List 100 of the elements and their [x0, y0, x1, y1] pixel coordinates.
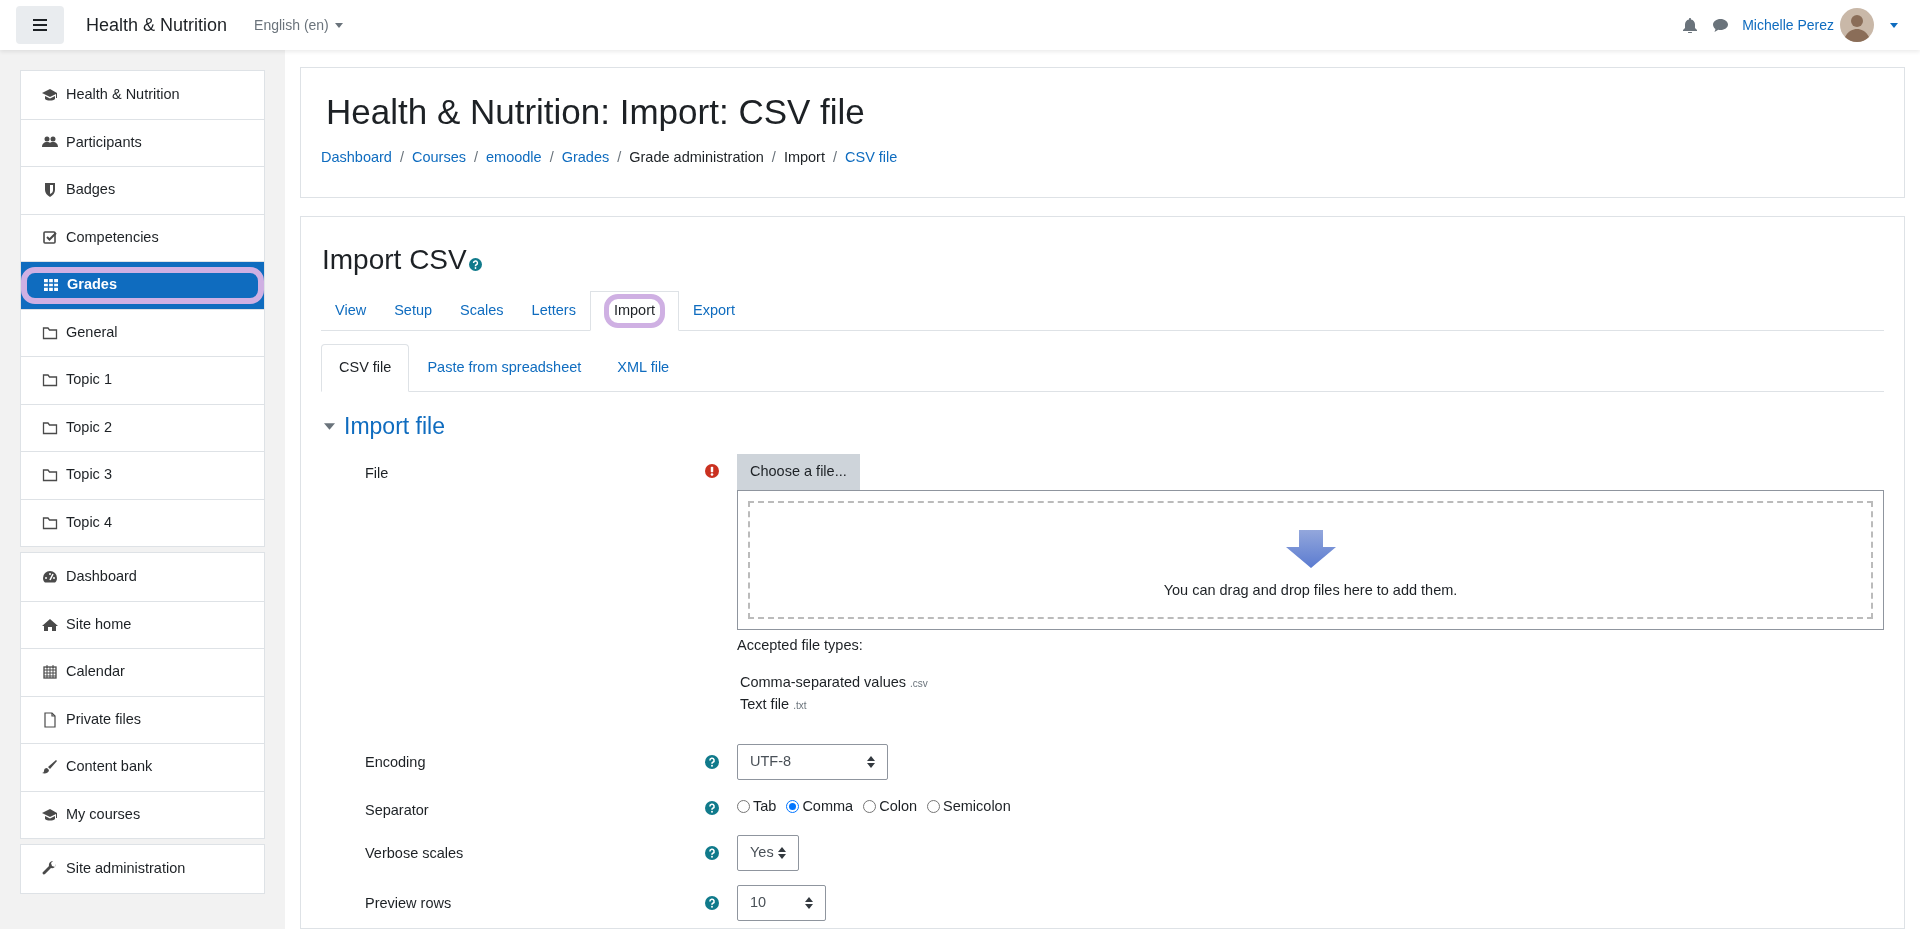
help-icon — [705, 896, 719, 911]
tab[interactable]: Letters — [517, 291, 590, 331]
dashboard-icon — [42, 568, 58, 585]
sidebar-item[interactable]: Content bank — [21, 744, 264, 791]
calendar-icon — [42, 664, 58, 681]
sidebar-item[interactable]: Site home — [21, 601, 264, 648]
field-label: Preview rows — [365, 894, 452, 914]
sidebar-item[interactable]: Grades — [21, 266, 264, 304]
sidebar-item[interactable]: Participants — [21, 119, 264, 166]
radio-option[interactable]: Tab — [737, 795, 777, 818]
tab[interactable]: Scales — [446, 291, 518, 331]
breadcrumb-link[interactable]: Courses — [411, 147, 466, 169]
sidebar-item[interactable]: Badges — [21, 167, 264, 214]
sidebar-item[interactable]: My courses — [21, 791, 264, 838]
radio-option[interactable]: Colon — [863, 795, 918, 818]
select-field[interactable]: UTF-8 — [737, 744, 888, 781]
breadcrumb-separator: / — [617, 148, 622, 167]
checkbox-icon — [42, 229, 58, 246]
breadcrumb-text: Grade administration — [629, 148, 764, 167]
breadcrumb-link[interactable]: emoodle — [486, 147, 542, 169]
brush-icon — [42, 759, 58, 776]
field-label: File — [365, 463, 389, 483]
page-title: Health & Nutrition: Import: CSV file — [326, 91, 866, 133]
tab[interactable]: Export — [679, 291, 749, 331]
help-icon — [705, 846, 719, 861]
sidebar-item[interactable]: Topic 4 — [21, 499, 264, 546]
caret-down-icon — [324, 420, 335, 432]
breadcrumb-separator: / — [399, 148, 404, 167]
sidebar-item[interactable]: Health & Nutrition — [21, 71, 264, 119]
field-label: Verbose scales — [365, 844, 464, 864]
sidebar-item[interactable]: Dashboard — [21, 553, 264, 601]
messages-button[interactable] — [1713, 18, 1729, 32]
user-menu[interactable]: Michelle Perez — [1742, 8, 1898, 42]
file-type-name: Text file — [740, 695, 790, 715]
drop-instructions: You can drag and drop files here to add them. — [1163, 580, 1458, 600]
radio-option[interactable]: Comma — [786, 795, 854, 818]
sidebar-item[interactable]: Topic 1 — [21, 357, 264, 404]
folder-icon — [42, 372, 58, 389]
caret-icon — [1890, 22, 1898, 28]
caret-icon — [334, 22, 343, 28]
sidebar-item[interactable]: Topic 3 — [21, 452, 264, 499]
tab[interactable]: Paste from spreadsheet — [409, 344, 600, 392]
speech-bubble-icon — [1713, 18, 1729, 32]
folder-icon — [42, 324, 58, 341]
help-icon — [468, 257, 482, 271]
breadcrumb-text: Import — [783, 148, 825, 167]
folder-icon — [42, 467, 58, 484]
down-arrow-icon — [1285, 529, 1336, 568]
site-name[interactable]: Health & Nutrition — [86, 11, 228, 39]
avatar-icon — [1840, 8, 1874, 42]
user-name: Michelle Perez — [1742, 15, 1834, 35]
sort-arrows-icon — [778, 847, 786, 860]
file-type-extension: .txt — [793, 699, 807, 714]
select-field[interactable]: 10 — [737, 885, 826, 922]
file-icon — [42, 711, 58, 728]
sort-arrows-icon — [867, 756, 875, 769]
breadcrumb-link[interactable]: CSV file — [845, 147, 898, 169]
menu-icon — [33, 19, 47, 31]
language-menu[interactable]: English (en) — [254, 14, 343, 36]
breadcrumb-separator: / — [832, 148, 837, 167]
sidebar-item[interactable]: Topic 2 — [21, 404, 264, 451]
radio-option[interactable]: Semicolon — [927, 795, 1011, 818]
wrench-icon — [42, 860, 58, 877]
breadcrumb-link[interactable]: Grades — [561, 147, 610, 169]
breadcrumb-link[interactable]: Dashboard — [321, 147, 392, 169]
home-icon — [42, 616, 58, 633]
tab[interactable]: Import — [589, 291, 680, 331]
shield-icon — [42, 182, 58, 199]
section-toggle[interactable]: Import file — [324, 409, 445, 444]
breadcrumb-separator: / — [771, 148, 776, 167]
graduation-cap-icon — [42, 86, 58, 103]
help-icon — [705, 755, 719, 770]
bell-icon — [1683, 17, 1698, 33]
folder-icon — [42, 419, 58, 436]
graduation-cap-icon — [42, 806, 58, 823]
folder-icon — [42, 514, 58, 531]
choose-file-button[interactable]: Choose a file... — [737, 453, 860, 490]
sort-arrows-icon — [805, 897, 813, 910]
field-label: Encoding — [365, 753, 426, 773]
accepted-types-label: Accepted file types: — [737, 635, 864, 655]
tab[interactable]: XML file — [599, 344, 688, 392]
breadcrumb-separator: / — [549, 148, 554, 167]
sidebar-item[interactable]: Competencies — [21, 214, 264, 261]
help-icon — [705, 801, 719, 816]
drop-zone[interactable]: You can drag and drop files here to add them. — [748, 500, 1873, 619]
file-type-extension: .csv — [910, 677, 928, 692]
menu-button[interactable] — [16, 6, 64, 44]
tab[interactable]: View — [321, 291, 381, 331]
tab[interactable]: CSV file — [321, 344, 410, 392]
select-field[interactable]: Yes — [737, 835, 799, 872]
file-type-name: Comma-separated values — [740, 673, 907, 693]
sidebar-item[interactable]: Private files — [21, 696, 264, 743]
field-label: Separator — [365, 801, 429, 821]
sidebar-item[interactable]: Calendar — [21, 649, 264, 696]
sidebar-item[interactable]: General — [21, 309, 264, 356]
table-icon — [43, 277, 59, 294]
section-title: Import CSV — [322, 243, 467, 277]
sidebar-item[interactable]: Site administration — [21, 845, 264, 893]
notifications-button[interactable] — [1683, 17, 1698, 33]
tab[interactable]: Setup — [380, 291, 447, 331]
